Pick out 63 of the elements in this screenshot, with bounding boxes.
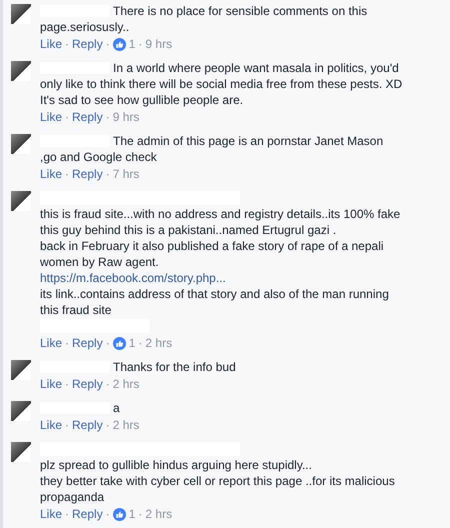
- comment-action-link[interactable]: Reply: [72, 36, 103, 52]
- separator-dot: ·: [65, 335, 70, 351]
- timestamp: 9 hrs: [145, 36, 172, 52]
- comment-text: There is no place for sensible comments on this: [113, 3, 368, 19]
- comment-action-link[interactable]: Like: [40, 376, 62, 392]
- story-link[interactable]: https://m.facebook.com/story.php...: [40, 271, 226, 285]
- comment-action-link[interactable]: Like: [40, 166, 62, 182]
- comment-action-link[interactable]: Like: [40, 506, 62, 522]
- timestamp: 2 hrs: [112, 376, 140, 392]
- separator-dot: ·: [106, 166, 110, 182]
- comment-action-link[interactable]: Like: [40, 36, 62, 52]
- comment-text: a: [113, 400, 120, 416]
- comment-text: plz spread to gullible hindus arguing here stupidly... they better take with cyber cell or report this page ..for its malicious propaganda: [40, 457, 396, 505]
- comment-action-link[interactable]: Reply: [72, 376, 103, 392]
- comment-text: only like to think there will be social media free from these pests. XD It's sad to see how gullible people are.: [40, 76, 404, 108]
- separator-dot: ·: [138, 506, 142, 522]
- separator-dot: ·: [106, 506, 110, 522]
- avatar-photo[interactable]: [11, 442, 31, 462]
- separator-dot: ·: [65, 506, 70, 522]
- comment-text: Thanks for the info bud: [113, 359, 236, 375]
- avatar-photo[interactable]: [11, 4, 31, 24]
- like-count: 1: [128, 335, 136, 351]
- comment-text: The admin of this page is an pornstar Janet Mason: [113, 133, 384, 149]
- comment-text: its link..contains address of that story and also of the man running this fraud site: [40, 286, 390, 318]
- comment-action-link[interactable]: Like: [40, 335, 62, 351]
- separator-dot: ·: [65, 417, 70, 433]
- separator-dot: ·: [106, 36, 110, 52]
- thumbs-up-icon: [112, 508, 126, 520]
- comment-action-link[interactable]: Reply: [72, 166, 103, 182]
- timestamp: 2 hrs: [112, 417, 140, 433]
- separator-dot: ·: [106, 376, 110, 392]
- avatar-photo[interactable]: [11, 360, 31, 380]
- separator-dot: ·: [138, 36, 142, 52]
- thumbs-up-icon: [112, 38, 126, 50]
- separator-dot: ·: [65, 376, 70, 392]
- like-count: 1: [128, 36, 136, 52]
- separator-dot: ·: [65, 109, 70, 125]
- comment-text: this is fraud site...with no address and registry details..its 100% fake this guy behind this is a pakistani..named Ertugrul gazi . back in February it also published a fake story of rape of a nepali women by Raw agent.: [40, 206, 402, 270]
- timestamp: 7 hrs: [112, 166, 140, 182]
- separator-dot: ·: [106, 417, 110, 433]
- avatar-photo[interactable]: [11, 61, 31, 81]
- comment-text: page.seriosusly..: [40, 19, 130, 35]
- thumbs-up-icon: [112, 336, 126, 350]
- like-count: 1: [128, 506, 136, 522]
- comment-action-link[interactable]: Reply: [72, 109, 103, 125]
- separator-dot: ·: [65, 36, 70, 52]
- avatar-photo[interactable]: [11, 191, 31, 211]
- comment-text: In a world where people want masala in politics, you'd: [113, 60, 399, 76]
- timestamp: 2 hrs: [145, 506, 172, 522]
- separator-dot: ·: [65, 166, 70, 182]
- comment-action-link[interactable]: Reply: [72, 335, 103, 351]
- timestamp: 2 hrs: [145, 335, 172, 351]
- timestamp: 9 hrs: [112, 109, 140, 125]
- comment-action-link[interactable]: Reply: [72, 417, 103, 433]
- separator-dot: ·: [106, 109, 110, 125]
- avatar-photo[interactable]: [11, 401, 31, 421]
- comment-action-link[interactable]: Like: [40, 417, 62, 433]
- avatar-photo[interactable]: [11, 134, 31, 154]
- comment-text: ,go and Google check: [40, 149, 158, 165]
- comment-action-link[interactable]: Reply: [72, 506, 103, 522]
- separator-dot: ·: [138, 335, 142, 351]
- comment-action-link[interactable]: Like: [40, 109, 62, 125]
- separator-dot: ·: [106, 335, 110, 351]
